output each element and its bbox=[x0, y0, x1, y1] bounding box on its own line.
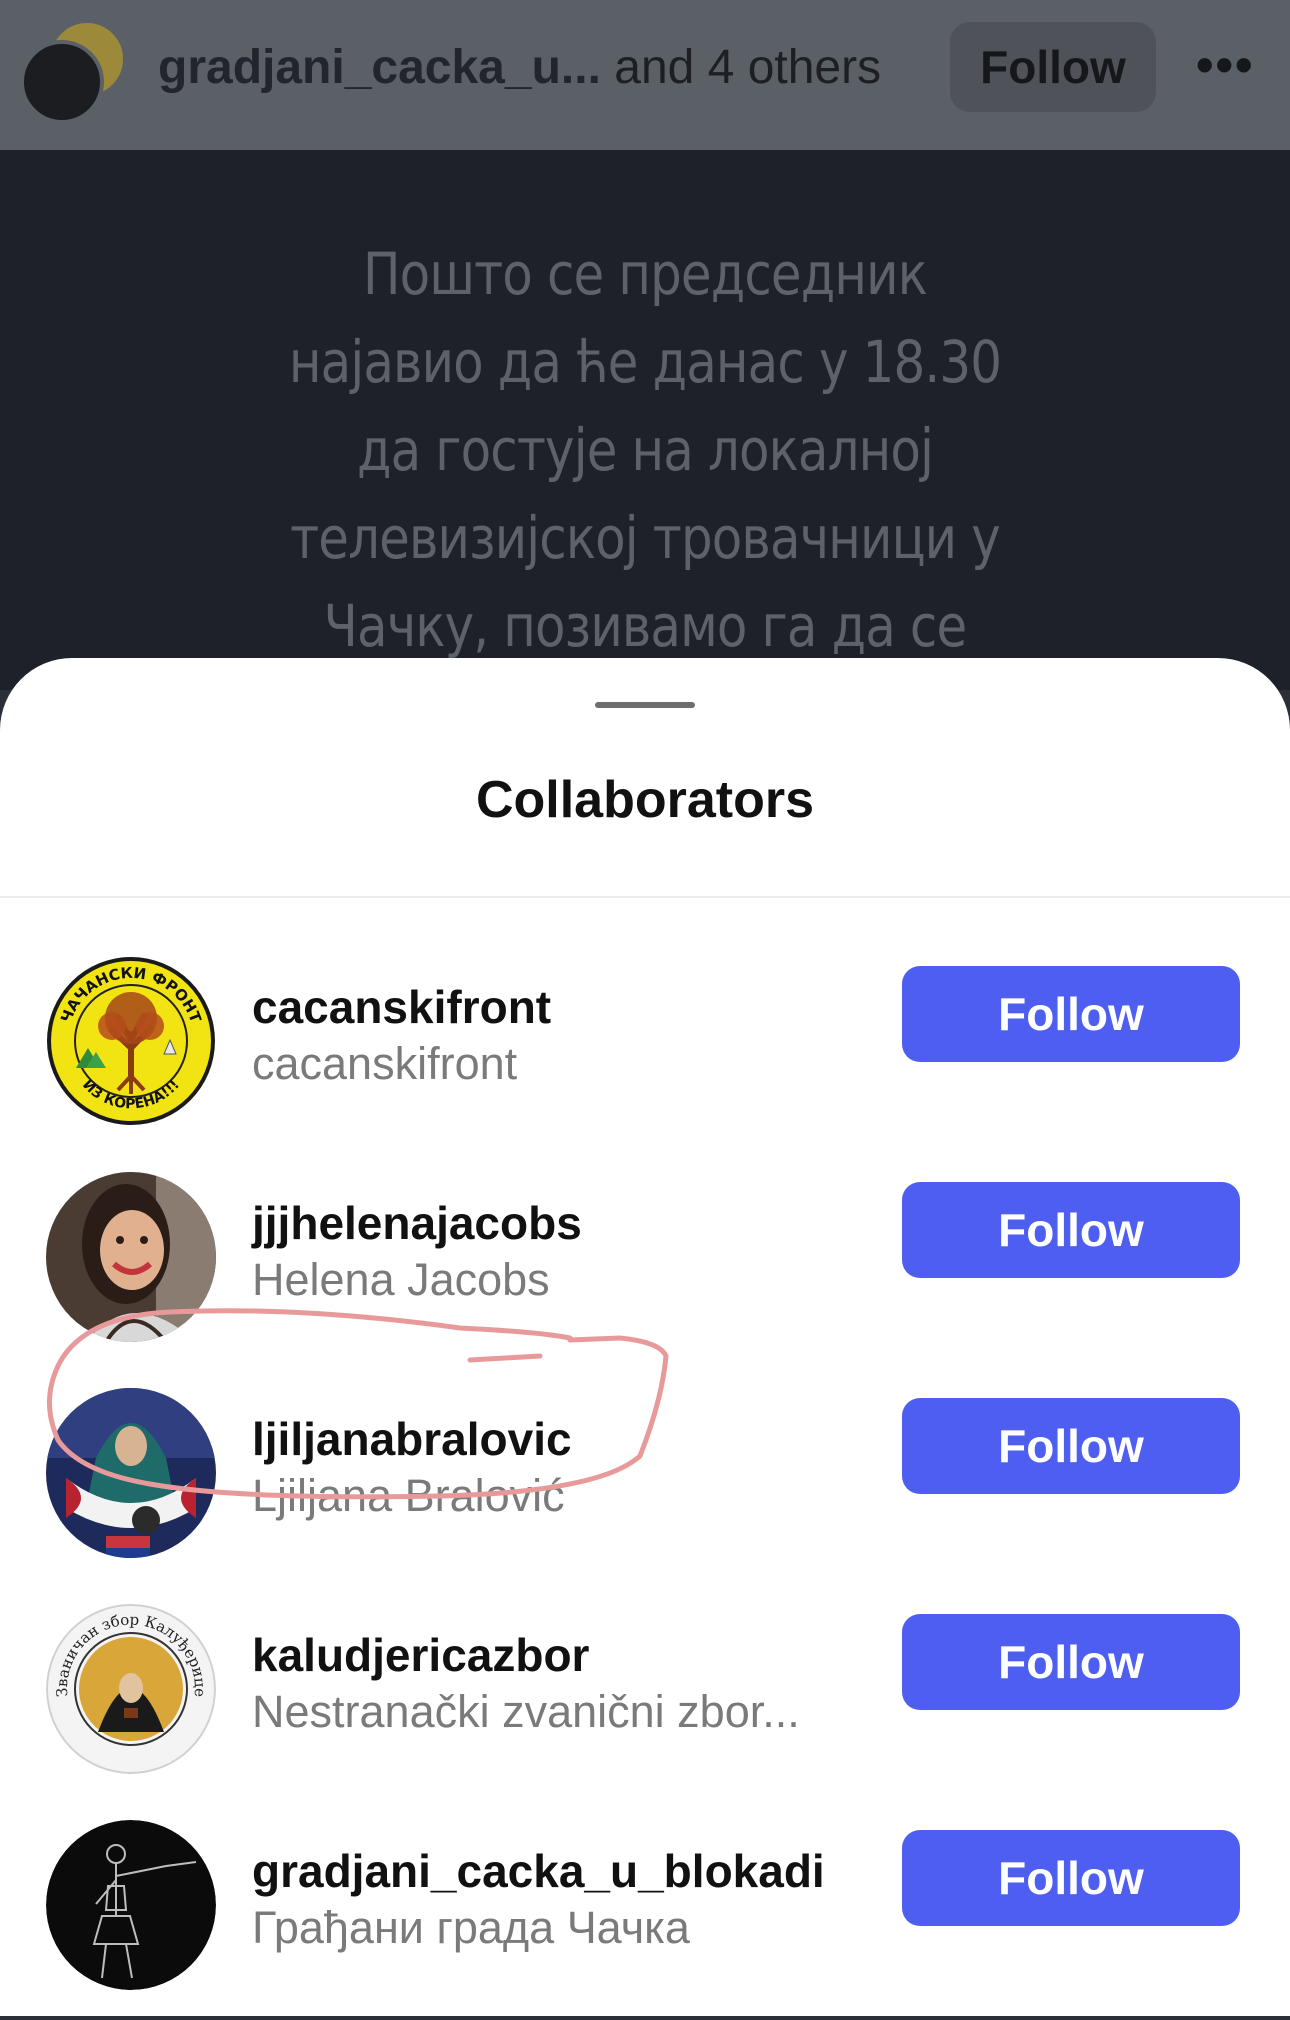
sheet-drag-handle[interactable] bbox=[595, 702, 695, 708]
profile-photo-icon bbox=[46, 1172, 216, 1342]
author-username[interactable]: gradjani_cacka_u... bbox=[158, 41, 601, 94]
follow-button[interactable]: Follow bbox=[902, 1614, 1240, 1710]
follow-button[interactable]: Follow bbox=[902, 1398, 1240, 1494]
post-text-line: телевизијској тровачници у bbox=[290, 504, 1001, 572]
collaborator-full-name: Nestranački zvanični zbor... bbox=[252, 1686, 800, 1737]
collaborator-row[interactable]: Званичан збор Калуђерице kaludjericazbor… bbox=[0, 1604, 1290, 1804]
zbor-logo-icon: Званичан збор Калуђерице bbox=[46, 1604, 216, 1774]
collaborator-username[interactable]: jjjhelenajacobs bbox=[252, 1196, 582, 1250]
post-text-line: да гостује на локалној bbox=[356, 416, 934, 484]
collaborator-username[interactable]: gradjani_cacka_u_blokadi bbox=[252, 1844, 825, 1898]
post-text: Пошто се председник најавио да ће данас … bbox=[228, 230, 1062, 670]
collaborator-full-name: Ljiljana Bralović bbox=[252, 1470, 565, 1521]
collaborator-full-name: Helena Jacobs bbox=[252, 1254, 550, 1305]
avatar[interactable]: Званичан збор Калуђерице bbox=[46, 1604, 216, 1774]
avatar[interactable] bbox=[46, 1172, 216, 1342]
post-text-line: Чачку, позивамо га да се bbox=[323, 592, 967, 660]
avatar[interactable] bbox=[46, 1820, 216, 1990]
post-text-line: најавио да ће данас у 18.30 bbox=[288, 328, 1002, 396]
author-others[interactable]: and 4 others bbox=[601, 41, 881, 94]
sheet-title: Collaborators bbox=[475, 771, 815, 829]
avatar[interactable] bbox=[46, 1388, 216, 1558]
post-author-title[interactable]: gradjani_cacka_u... and 4 others bbox=[158, 40, 881, 95]
post-header: gradjani_cacka_u... and 4 others Follow … bbox=[0, 0, 1290, 150]
post-text-line: Пошто се председник bbox=[363, 240, 928, 308]
collaborator-row[interactable]: ljiljanabralovic Ljiljana Bralović Follo… bbox=[0, 1388, 1290, 1588]
icon-image-avatar bbox=[46, 1388, 216, 1558]
collaborator-row[interactable]: jjjhelenajacobs Helena Jacobs Follow bbox=[0, 1172, 1290, 1372]
collaborator-row[interactable]: gradjani_cacka_u_blokadi Грађани града Ч… bbox=[0, 1820, 1290, 2020]
follow-button[interactable]: Follow bbox=[902, 1830, 1240, 1926]
follow-button[interactable]: Follow bbox=[902, 1182, 1240, 1278]
collaborator-avatars[interactable] bbox=[20, 20, 126, 124]
collaborator-row[interactable]: ЧАЧАНСКИ ФРОНТ ИЗ КОРЕНА!!! cacanskifron… bbox=[0, 956, 1290, 1156]
avatar bbox=[20, 40, 104, 124]
collaborators-sheet: Collaborators ЧАЧАНСКИ ФРОНТ ИЗ КОРЕНА!!… bbox=[0, 658, 1290, 2016]
warrior-figure-icon bbox=[46, 1820, 216, 1990]
collaborator-full-name: cacanskifront bbox=[252, 1038, 518, 1089]
collaborator-username[interactable]: kaludjericazbor bbox=[252, 1628, 589, 1682]
tree-logo-icon: ЧАЧАНСКИ ФРОНТ ИЗ КОРЕНА!!! bbox=[47, 957, 215, 1125]
divider bbox=[0, 896, 1290, 898]
more-options-icon[interactable]: ••• bbox=[1196, 36, 1255, 94]
collaborator-username[interactable]: ljiljanabralovic bbox=[252, 1412, 572, 1466]
collaborator-username[interactable]: cacanskifront bbox=[252, 980, 551, 1034]
collaborator-full-name: Грађани града Чачка bbox=[252, 1902, 690, 1953]
header-follow-button[interactable]: Follow bbox=[950, 22, 1156, 112]
follow-button[interactable]: Follow bbox=[902, 966, 1240, 1062]
avatar[interactable]: ЧАЧАНСКИ ФРОНТ ИЗ КОРЕНА!!! bbox=[46, 956, 216, 1126]
post-content: Пошто се председник најавио да ће данас … bbox=[0, 150, 1290, 690]
